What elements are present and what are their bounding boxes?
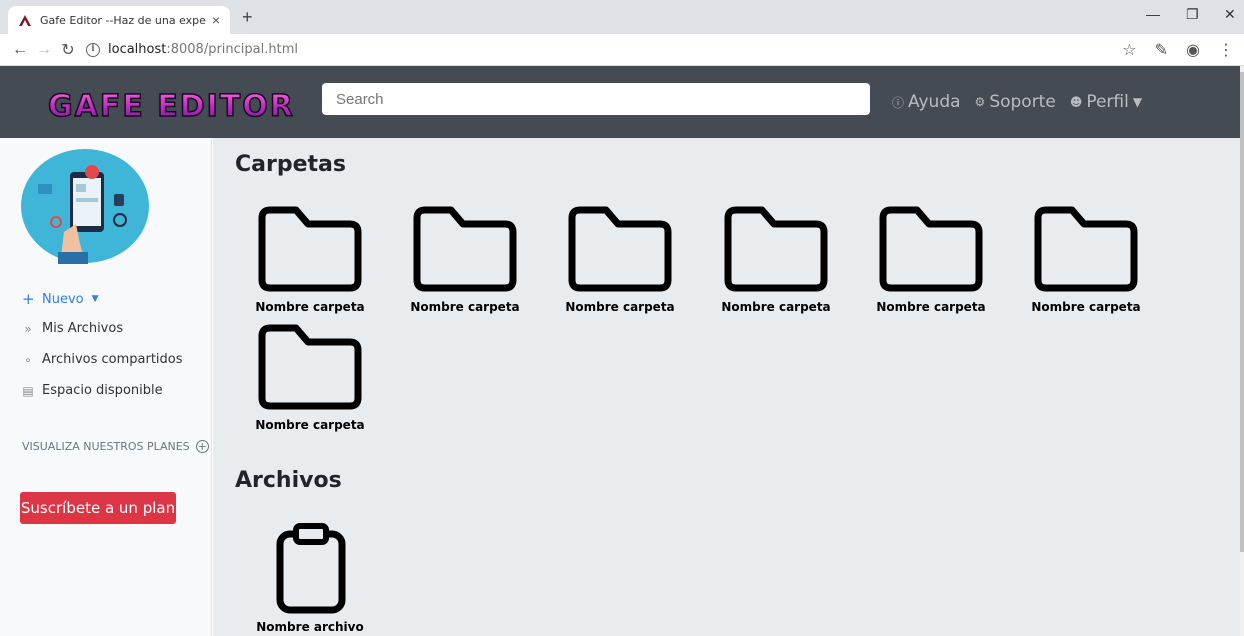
new-label: Nuevo	[42, 291, 84, 307]
folder-label: Nombre carpeta	[1031, 300, 1141, 314]
help-label: Ayuda	[908, 92, 961, 112]
file-item[interactable]: Nombre archivo	[255, 522, 365, 634]
sidebar-item-label: Mis Archivos	[42, 321, 124, 336]
share-icon: ∘	[24, 352, 32, 367]
folder-item[interactable]: Nombre carpeta	[255, 204, 365, 314]
double-chevron-icon: »	[24, 321, 32, 336]
page-scrollbar-thumb[interactable]	[1240, 72, 1244, 552]
minimize-icon[interactable]: —	[1146, 6, 1160, 22]
clipboard-icon	[276, 523, 346, 614]
forward-icon[interactable]: →	[32, 41, 56, 59]
support-label: Soporte	[989, 92, 1056, 112]
mobile-app-illustration	[21, 149, 149, 264]
folder-item[interactable]: Nombre carpeta	[876, 204, 986, 314]
site-info-icon[interactable]: i	[86, 42, 100, 57]
plus-circle-icon: +	[195, 440, 209, 453]
folder-item[interactable]: Nombre carpeta	[721, 204, 831, 314]
folder-item[interactable]: Nombre carpeta	[255, 322, 365, 432]
files-heading: Archivos	[235, 468, 342, 493]
folder-label: Nombre carpeta	[876, 300, 986, 314]
sidebar-item-my-files[interactable]: » Mis Archivos	[22, 321, 123, 336]
new-tab-button[interactable]: +	[242, 7, 253, 28]
extension-icon[interactable]: ✎	[1155, 40, 1168, 60]
support-link[interactable]: ⚙ Soporte	[975, 92, 1056, 112]
caret-down-icon: ▼	[1132, 95, 1143, 109]
folders-heading: Carpetas	[235, 152, 346, 177]
header-nav: ⓘ Ayuda ⚙ Soporte ☻ Perfil ▼	[892, 92, 1142, 112]
folder-icon	[258, 324, 362, 410]
plus-icon: +	[22, 290, 35, 308]
folder-icon	[413, 206, 517, 292]
window-close-icon[interactable]: ✕	[1224, 6, 1236, 23]
browser-menu-icon[interactable]: ⋮	[1218, 40, 1234, 60]
folder-icon	[1034, 206, 1138, 292]
svg-text:GAFE EDITOR: GAFE EDITOR	[48, 89, 295, 122]
browser-tab[interactable]: Gafe Editor --Haz de una experie ×	[8, 6, 230, 34]
gear-icon: ⚙	[974, 95, 986, 109]
folder-item[interactable]: Nombre carpeta	[565, 204, 675, 314]
restore-icon[interactable]: ❐	[1186, 6, 1199, 23]
profile-label: Perfil	[1086, 92, 1129, 112]
caret-down-icon: ▼	[91, 294, 99, 304]
url-path: :8008/principal.html	[166, 42, 298, 57]
tab-title: Gafe Editor --Haz de una experie	[40, 13, 206, 27]
url-host: localhost	[108, 42, 167, 57]
address-bar: ← → ↻ i localhost:8008/principal.html ☆ …	[0, 34, 1244, 66]
folder-icon	[724, 206, 828, 292]
app-header: GAFE EDITOR ⓘ Ayuda ⚙ Soporte ☻ Perfil ▼	[0, 66, 1244, 138]
folder-icon	[879, 206, 983, 292]
folder-icon	[568, 206, 672, 292]
search-input[interactable]	[322, 83, 870, 115]
browser-tab-bar: Gafe Editor --Haz de una experie × + — ❐…	[0, 0, 1244, 34]
reload-icon[interactable]: ↻	[56, 40, 80, 60]
help-icon: ⓘ	[892, 95, 905, 110]
folder-item[interactable]: Nombre carpeta	[410, 204, 520, 314]
view-plans-link[interactable]: VISUALIZA NUESTROS PLANES +	[22, 440, 209, 453]
folder-icon	[258, 206, 362, 292]
app-favicon-icon	[19, 15, 31, 26]
folder-label: Nombre carpeta	[255, 300, 365, 314]
gafe-editor-logo[interactable]: GAFE EDITOR	[46, 86, 316, 122]
folder-label: Nombre carpeta	[565, 300, 675, 314]
browser-actions: ☆ ✎ ◉ ⋮	[1122, 40, 1234, 60]
database-icon: ▤	[22, 383, 34, 398]
folder-label: Nombre carpeta	[255, 418, 365, 432]
subscribe-button[interactable]: Suscríbete a un plan	[20, 492, 176, 524]
profile-dropdown[interactable]: ☻ Perfil ▼	[1070, 92, 1142, 112]
close-tab-icon[interactable]: ×	[212, 12, 220, 28]
url-field[interactable]: i localhost:8008/principal.html	[86, 42, 298, 57]
folder-label: Nombre carpeta	[410, 300, 520, 314]
folder-label: Nombre carpeta	[721, 300, 831, 314]
sidebar-item-storage[interactable]: ▤ Espacio disponible	[22, 383, 163, 398]
plans-label: VISUALIZA NUESTROS PLANES	[22, 440, 190, 453]
extension-eye-icon[interactable]: ◉	[1186, 40, 1200, 60]
file-label: Nombre archivo	[256, 620, 364, 634]
sidebar-item-shared-files[interactable]: ∘ Archivos compartidos	[22, 352, 183, 367]
folder-item[interactable]: Nombre carpeta	[1031, 204, 1141, 314]
back-icon[interactable]: ←	[8, 41, 32, 59]
sidebar: + Nuevo ▼ » Mis Archivos ∘ Archivos comp…	[0, 138, 212, 636]
help-link[interactable]: ⓘ Ayuda	[892, 92, 961, 112]
sidebar-item-label: Archivos compartidos	[42, 352, 183, 367]
main-content: Carpetas Nombre carpeta Nombre carpeta N…	[213, 138, 1240, 636]
new-dropdown[interactable]: + Nuevo ▼	[22, 290, 99, 308]
sidebar-item-label: Espacio disponible	[42, 383, 163, 398]
user-icon: ☻	[1069, 95, 1083, 109]
bookmark-star-icon[interactable]: ☆	[1122, 40, 1136, 60]
